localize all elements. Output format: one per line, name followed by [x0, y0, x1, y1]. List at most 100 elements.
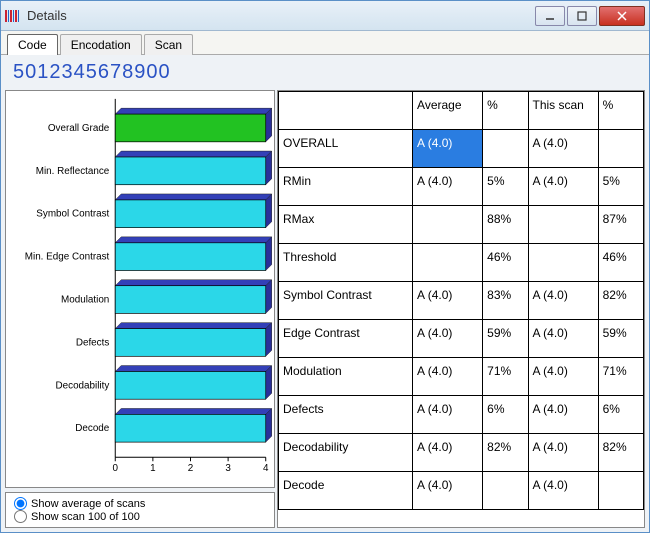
- cell-pct2: 87%: [598, 206, 643, 244]
- cell-name: Symbol Contrast: [279, 282, 413, 320]
- svg-text:Min. Edge Contrast: Min. Edge Contrast: [25, 252, 110, 263]
- radio-average[interactable]: Show average of scans: [14, 497, 266, 510]
- cell-name: Decode: [279, 472, 413, 510]
- cell-avg: A (4.0): [413, 358, 483, 396]
- svg-text:Min. Reflectance: Min. Reflectance: [36, 166, 110, 177]
- cell-avg: A (4.0): [413, 472, 483, 510]
- table-row[interactable]: Edge ContrastA (4.0)59%A (4.0)59%: [279, 320, 644, 358]
- cell-pct2: [598, 472, 643, 510]
- table-row[interactable]: ModulationA (4.0)71%A (4.0)71%: [279, 358, 644, 396]
- cell-scan: [528, 206, 598, 244]
- tab-code[interactable]: Code: [7, 34, 58, 55]
- cell-name: RMax: [279, 206, 413, 244]
- header-average: Average: [413, 92, 483, 130]
- radio-scan[interactable]: Show scan 100 of 100: [14, 510, 266, 523]
- cell-pct: 71%: [483, 358, 528, 396]
- maximize-button[interactable]: [567, 6, 597, 26]
- cell-pct: 83%: [483, 282, 528, 320]
- cell-scan: A (4.0): [528, 434, 598, 472]
- svg-text:1: 1: [150, 463, 156, 474]
- cell-avg: A (4.0): [413, 168, 483, 206]
- radio-average-input[interactable]: [14, 497, 27, 510]
- cell-avg: [413, 244, 483, 282]
- window: Details CodeEncodationScan 5012345678900…: [0, 0, 650, 533]
- cell-name: Threshold: [279, 244, 413, 282]
- cell-name: RMin: [279, 168, 413, 206]
- left-panel: 0 1 2 3 4 Overall Grade Min. Reflectance Symbol…: [5, 90, 275, 528]
- table-header-row: Average % This scan %: [279, 92, 644, 130]
- cell-pct2: 71%: [598, 358, 643, 396]
- table-row[interactable]: RMinA (4.0)5%A (4.0)5%: [279, 168, 644, 206]
- cell-pct2: 5%: [598, 168, 643, 206]
- minimize-button[interactable]: [535, 6, 565, 26]
- cell-pct2: 46%: [598, 244, 643, 282]
- svg-text:4: 4: [263, 463, 269, 474]
- tab-scan[interactable]: Scan: [144, 34, 193, 55]
- app-icon: [5, 8, 21, 24]
- cell-pct: [483, 472, 528, 510]
- header-thisscan: This scan: [528, 92, 598, 130]
- header-pct: %: [483, 92, 528, 130]
- radio-average-label: Show average of scans: [31, 498, 145, 510]
- radio-scan-label: Show scan 100 of 100: [31, 511, 140, 523]
- cell-scan: A (4.0): [528, 358, 598, 396]
- svg-text:Overall Grade: Overall Grade: [48, 123, 110, 134]
- cell-pct: 82%: [483, 434, 528, 472]
- cell-scan: [528, 244, 598, 282]
- cell-avg: A (4.0): [413, 434, 483, 472]
- table-row[interactable]: RMax 88% 87%: [279, 206, 644, 244]
- view-mode-group: Show average of scans Show scan 100 of 1…: [5, 492, 275, 528]
- table-row[interactable]: DecodabilityA (4.0)82%A (4.0)82%: [279, 434, 644, 472]
- cell-pct: 5%: [483, 168, 528, 206]
- results-panel: Average % This scan % OVERALLA (4.0)A (4…: [277, 90, 645, 528]
- svg-text:Modulation: Modulation: [61, 295, 109, 306]
- table-row[interactable]: OVERALLA (4.0)A (4.0): [279, 130, 644, 168]
- cell-name: Modulation: [279, 358, 413, 396]
- table-row[interactable]: DecodeA (4.0)A (4.0): [279, 472, 644, 510]
- cell-scan: A (4.0): [528, 282, 598, 320]
- cell-avg: A (4.0): [413, 320, 483, 358]
- svg-text:3: 3: [225, 463, 231, 474]
- cell-pct: 6%: [483, 396, 528, 434]
- cell-pct2: 82%: [598, 282, 643, 320]
- barcode-number: 5012345678900: [1, 55, 649, 90]
- table-row[interactable]: Threshold 46% 46%: [279, 244, 644, 282]
- cell-avg: A (4.0): [413, 282, 483, 320]
- cell-pct2: [598, 130, 643, 168]
- tab-encodation[interactable]: Encodation: [60, 34, 142, 55]
- cell-avg: A (4.0): [413, 130, 483, 168]
- svg-text:Decodability: Decodability: [56, 380, 110, 391]
- cell-pct: 46%: [483, 244, 528, 282]
- cell-pct: 59%: [483, 320, 528, 358]
- svg-text:2: 2: [188, 463, 194, 474]
- cell-name: Decodability: [279, 434, 413, 472]
- cell-pct: 88%: [483, 206, 528, 244]
- cell-avg: A (4.0): [413, 396, 483, 434]
- titlebar: Details: [1, 1, 649, 31]
- cell-pct2: 82%: [598, 434, 643, 472]
- cell-pct: [483, 130, 528, 168]
- svg-text:0: 0: [113, 463, 119, 474]
- content: 0 1 2 3 4 Overall Grade Min. Reflectance Symbol…: [1, 90, 649, 532]
- cell-scan: A (4.0): [528, 472, 598, 510]
- results-table: Average % This scan % OVERALLA (4.0)A (4…: [278, 91, 644, 510]
- window-title: Details: [27, 8, 535, 23]
- cell-scan: A (4.0): [528, 168, 598, 206]
- table-row[interactable]: Symbol ContrastA (4.0)83%A (4.0)82%: [279, 282, 644, 320]
- svg-text:Symbol Contrast: Symbol Contrast: [36, 209, 109, 220]
- svg-text:Defects: Defects: [76, 337, 110, 348]
- cell-scan: A (4.0): [528, 396, 598, 434]
- cell-name: OVERALL: [279, 130, 413, 168]
- radio-scan-input[interactable]: [14, 510, 27, 523]
- tab-bar: CodeEncodationScan: [1, 31, 649, 55]
- cell-pct2: 6%: [598, 396, 643, 434]
- close-button[interactable]: [599, 6, 645, 26]
- header-blank: [279, 92, 413, 130]
- svg-text:Decode: Decode: [75, 423, 110, 434]
- window-controls: [535, 6, 645, 26]
- cell-avg: [413, 206, 483, 244]
- table-row[interactable]: DefectsA (4.0)6%A (4.0)6%: [279, 396, 644, 434]
- cell-scan: A (4.0): [528, 320, 598, 358]
- header-pct2: %: [598, 92, 643, 130]
- cell-scan: A (4.0): [528, 130, 598, 168]
